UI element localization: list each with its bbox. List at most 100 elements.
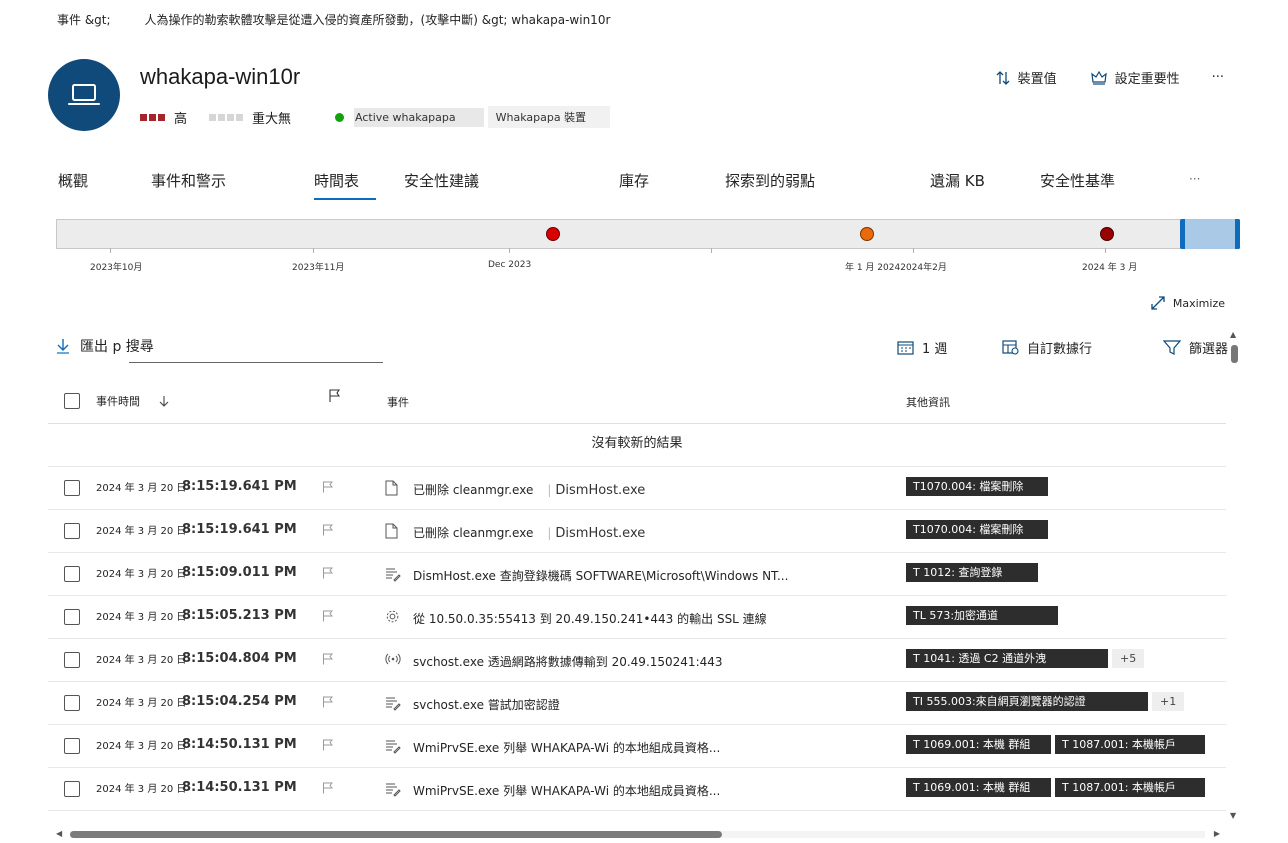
event-date: 2024 年 3 月 20 日 [96,655,187,666]
flag-icon[interactable] [322,610,334,625]
event-description[interactable]: 從 10.50.0.35:55413 到 20.49.150.241•443 的… [413,610,767,627]
event-description[interactable]: DismHost.exe 查詢登錄機碼 SOFTWARE\Microsoft\W… [413,567,788,584]
flag-icon[interactable] [322,782,334,797]
event-description[interactable]: 已刪除 cleanmgr.exe | DismHost.exe [413,524,645,541]
event-description[interactable]: svchost.exe 嘗試加密認證 [413,696,560,713]
sort-descending-icon[interactable] [159,395,169,407]
row-checkbox[interactable] [64,652,80,668]
select-all-checkbox[interactable] [64,393,80,409]
device-value-button[interactable]: 裝置值 [996,68,1057,87]
flag-icon[interactable] [322,653,334,668]
table-row[interactable]: 2024 年 3 月 20 日 8:15:19.641 PM 已刪除 cleanmg… [48,467,1226,510]
row-checkbox[interactable] [64,523,80,539]
mitre-technique-tag[interactable]: T1070.004: 檔案刪除 [906,477,1048,496]
flag-column-icon[interactable] [328,389,340,403]
scroll-left-icon[interactable]: ◀ [56,829,62,838]
registry-icon [385,695,401,714]
search-input[interactable]: 匯出 p 搜尋 [80,336,154,356]
tab-discovered-vulnerabilities[interactable]: 探索到的弱點 [725,170,815,191]
tab-security-baselines[interactable]: 安全性基準 [1040,170,1115,191]
breadcrumb-incidents-link[interactable]: 事件 &gt; [57,11,111,28]
set-criticality-button[interactable]: 設定重要性 [1090,68,1180,87]
table-header: 事件時間 事件 其他資訊 [48,386,1226,424]
mitre-technique-tag[interactable]: T 1087.001: 本機帳戶 [1055,778,1205,797]
mitre-technique-tag[interactable]: T 1069.001: 本機 群組 [906,778,1051,797]
custom-columns-button[interactable]: 自訂數據行 [1002,338,1092,357]
event-description[interactable]: WmiPrvSE.exe 列舉 WHAKAPA-Wi 的本地組成員資格... [413,782,720,799]
flag-icon[interactable] [322,739,334,754]
flag-icon[interactable] [322,524,334,539]
timeline-range-selector[interactable] [1180,219,1240,249]
mitre-technique-tag[interactable]: T1070.004: 檔案刪除 [906,520,1048,539]
event-description[interactable]: WmiPrvSE.exe 列舉 WHAKAPA-Wi 的本地組成員資格... [413,739,720,756]
timeline-event-marker[interactable] [1100,227,1114,241]
tab-security-recommendations[interactable]: 安全性建議 [404,170,479,191]
flag-icon[interactable] [322,481,334,496]
device-tag[interactable]: Whakapapa 裝置 [487,106,611,128]
tab-incidents-alerts[interactable]: 事件和警示 [151,170,226,191]
more-tags-badge[interactable]: +1 [1152,692,1185,711]
export-search[interactable]: 匯出 p 搜尋 [56,336,154,356]
table-row[interactable]: 2024 年 3 月 20 日 8:14:50.131 PM WmiPrvSE.ex… [48,725,1226,768]
event-date: 2024 年 3 月 20 日 [96,784,187,795]
event-process: DismHost.exe [555,483,646,498]
table-row[interactable]: 2024 年 3 月 20 日 8:15:19.641 PM 已刪除 cleanmg… [48,510,1226,553]
more-actions-button[interactable]: ··· [1212,70,1224,85]
timeline-label: Dec 2023 [488,260,532,270]
timeline-event-marker[interactable] [860,227,874,241]
table-row[interactable]: 2024 年 3 月 20 日 8:15:09.011 PM DismHost.ex… [48,553,1226,596]
event-time: 8:15:19.641 PM [182,522,297,537]
flag-icon[interactable] [322,567,334,582]
mitre-technique-tag[interactable]: T 1087.001: 本機帳戶 [1055,735,1205,754]
row-checkbox[interactable] [64,695,80,711]
mitre-technique-tag[interactable]: TL 573:加密通道 [906,606,1058,625]
row-checkbox[interactable] [64,566,80,582]
sort-arrows-icon [996,70,1010,85]
row-checkbox[interactable] [64,480,80,496]
mitre-technique-tag[interactable]: TI 555.003:來自網頁瀏覽器的認證 [906,692,1148,711]
horizontal-scrollbar[interactable]: ◀ ▶ [56,829,1220,839]
flag-icon[interactable] [322,696,334,711]
row-checkbox[interactable] [64,609,80,625]
row-checkbox[interactable] [64,738,80,754]
active-tag: Active whakapapa [335,107,484,127]
tab-missing-kbs[interactable]: 遺漏 KB [930,170,985,191]
vertical-scroll-thumb[interactable] [1231,345,1238,363]
tab-timeline[interactable]: 時間表 [314,170,359,191]
table-row[interactable]: 2024 年 3 月 20 日 8:15:04.804 PM svchost.exe… [48,639,1226,682]
filter-button[interactable]: 篩選器 [1163,338,1228,357]
table-row[interactable]: 2024 年 3 月 20 日 8:15:04.254 PM svchost.exe… [48,682,1226,725]
row-checkbox[interactable] [64,781,80,797]
scroll-right-icon[interactable]: ▶ [1214,829,1220,838]
active-tab-indicator [314,198,376,200]
table-row[interactable]: 2024 年 3 月 20 日 8:14:50.131 PM WmiPrvSE.ex… [48,768,1226,811]
timeline-tick [313,248,314,253]
breadcrumb-current[interactable]: 人為操作的勒索軟體攻擊是從遭入侵的資產所發動，(攻擊中斷) &gt; whaka… [145,11,611,28]
mitre-technique-tag[interactable]: T 1012: 查詢登錄 [906,563,1038,582]
tab-inventory[interactable]: 庫存 [619,170,649,191]
column-additional-info[interactable]: 其他資訊 [906,394,950,410]
vertical-scrollbar[interactable]: ▲ ▼ [1230,330,1238,820]
column-event[interactable]: 事件 [387,394,409,410]
header-actions: 裝置值 設定重要性 ··· [962,68,1224,87]
more-tags-badge[interactable]: +5 [1112,649,1145,668]
tab-overflow[interactable]: ··· [1189,172,1200,186]
timeline-event-marker[interactable] [546,227,560,241]
scroll-up-icon[interactable]: ▲ [1230,330,1236,339]
table-row[interactable]: 2024 年 3 月 20 日 8:15:05.213 PM 從 10.50.0.3… [48,596,1226,639]
mitre-technique-tag[interactable]: T 1041: 透過 C2 通道外洩 [906,649,1108,668]
horizontal-scroll-thumb[interactable] [70,831,722,838]
mitre-technique-tag[interactable]: T 1069.001: 本機 群組 [906,735,1051,754]
timeline-chart[interactable] [56,219,1240,253]
event-description[interactable]: 已刪除 cleanmgr.exe | DismHost.exe [413,481,645,498]
timeline-tick [711,248,712,253]
event-time: 8:15:04.254 PM [182,694,297,709]
event-process: DismHost.exe [555,526,646,541]
column-event-time[interactable]: 事件時間 [96,393,140,409]
maximize-button[interactable]: Maximize [1151,296,1225,310]
scroll-down-icon[interactable]: ▼ [1230,811,1236,820]
date-range-button[interactable]: 1 週 [897,338,947,357]
event-description[interactable]: svchost.exe 透過網路將數據傳輸到 20.49.150241:443 [413,653,723,670]
timeline-table: 2024 年 3 月 20 日 8:15:19.641 PM 已刪除 cleanmg… [48,467,1226,811]
tab-overview[interactable]: 概觀 [58,170,88,191]
